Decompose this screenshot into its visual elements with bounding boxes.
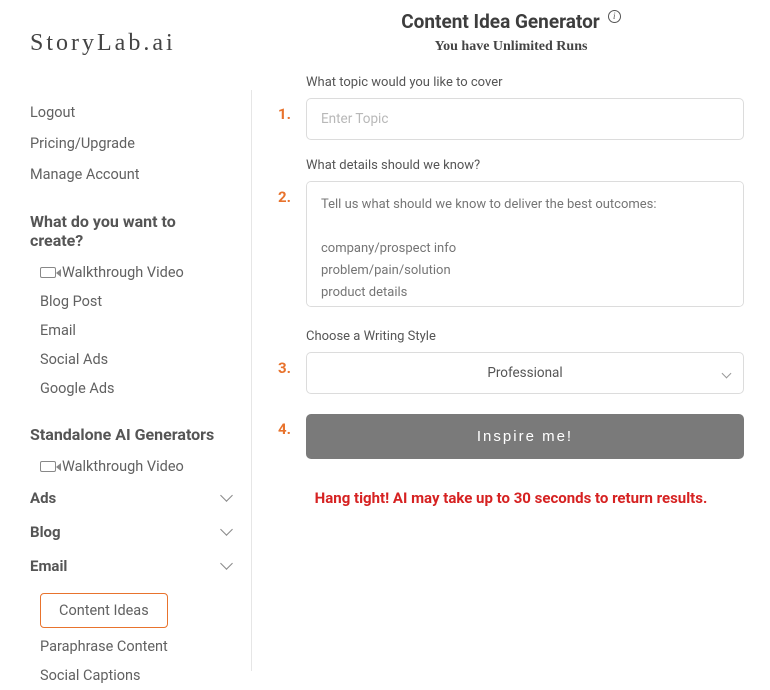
style-label: Choose a Writing Style — [306, 329, 744, 344]
step-number: 2. — [278, 158, 306, 206]
brand-logo: StoryLab.ai — [30, 30, 252, 57]
page-title-row: Content Idea Generator i — [278, 10, 744, 33]
nav-blog-post[interactable]: Blog Post — [40, 287, 252, 316]
chevron-down-icon — [220, 559, 234, 573]
step-submit: 4. Inspire me! — [278, 414, 744, 459]
nav-social-captions[interactable]: Social Captions — [40, 661, 252, 690]
nav-item-label: Walkthrough Video — [62, 264, 184, 281]
sidebar: StoryLab.ai Logout Pricing/Upgrade Manag… — [0, 0, 252, 671]
step-style: 3. Choose a Writing Style Professional — [278, 329, 744, 394]
inspire-me-button[interactable]: Inspire me! — [306, 414, 744, 459]
step-details: 2. What details should we know? — [278, 158, 744, 311]
standalone-list: Walkthrough Video — [30, 452, 252, 481]
group-label: Email — [30, 557, 67, 575]
standalone-heading: Standalone AI Generators — [30, 425, 252, 444]
nav-paraphrase-content[interactable]: Paraphrase Content — [40, 632, 252, 661]
group-ads[interactable]: Ads — [30, 481, 252, 515]
group-blog[interactable]: Blog — [30, 515, 252, 549]
step-topic: 1. What topic would you like to cover — [278, 75, 744, 140]
nav-content-ideas[interactable]: Content Ideas — [40, 593, 168, 628]
nav-item-label: Walkthrough Video — [62, 458, 184, 475]
nav-walkthrough-video[interactable]: Walkthrough Video — [40, 258, 252, 287]
main-content: Content Idea Generator i You have Unlimi… — [252, 0, 770, 671]
nav-email[interactable]: Email — [40, 316, 252, 345]
nav-social-ads[interactable]: Social Ads — [40, 345, 252, 374]
nav-manage-account[interactable]: Manage Account — [30, 159, 252, 190]
page-title: Content Idea Generator — [401, 10, 600, 33]
topic-input[interactable] — [306, 98, 744, 140]
create-heading: What do you want to create? — [30, 212, 252, 250]
video-icon — [40, 461, 56, 472]
nav-pricing-upgrade[interactable]: Pricing/Upgrade — [30, 128, 252, 159]
nav-standalone-walkthrough-video[interactable]: Walkthrough Video — [40, 452, 252, 481]
chevron-down-icon — [220, 525, 234, 539]
info-icon[interactable]: i — [608, 10, 621, 23]
group-label: Ads — [30, 489, 56, 507]
video-icon — [40, 267, 56, 278]
step-number: 3. — [278, 329, 306, 377]
nav-google-ads[interactable]: Google Ads — [40, 374, 252, 403]
bottom-list: Content Ideas Paraphrase Content Social … — [30, 589, 252, 690]
step-number: 1. — [278, 75, 306, 123]
topic-label: What topic would you like to cover — [306, 75, 744, 90]
chevron-down-icon — [220, 491, 234, 505]
style-select-wrap: Professional — [306, 352, 744, 394]
style-select[interactable]: Professional — [306, 352, 744, 394]
details-textarea[interactable] — [306, 181, 744, 307]
details-label: What details should we know? — [306, 158, 744, 173]
group-label: Blog — [30, 523, 61, 541]
create-list: Walkthrough Video Blog Post Email Social… — [30, 258, 252, 403]
group-email[interactable]: Email — [30, 549, 252, 583]
runs-subtitle: You have Unlimited Runs — [278, 39, 744, 55]
wait-message: Hang tight! AI may take up to 30 seconds… — [278, 487, 744, 510]
step-number: 4. — [278, 414, 306, 438]
nav-logout[interactable]: Logout — [30, 97, 252, 128]
top-nav: Logout Pricing/Upgrade Manage Account — [30, 97, 252, 190]
